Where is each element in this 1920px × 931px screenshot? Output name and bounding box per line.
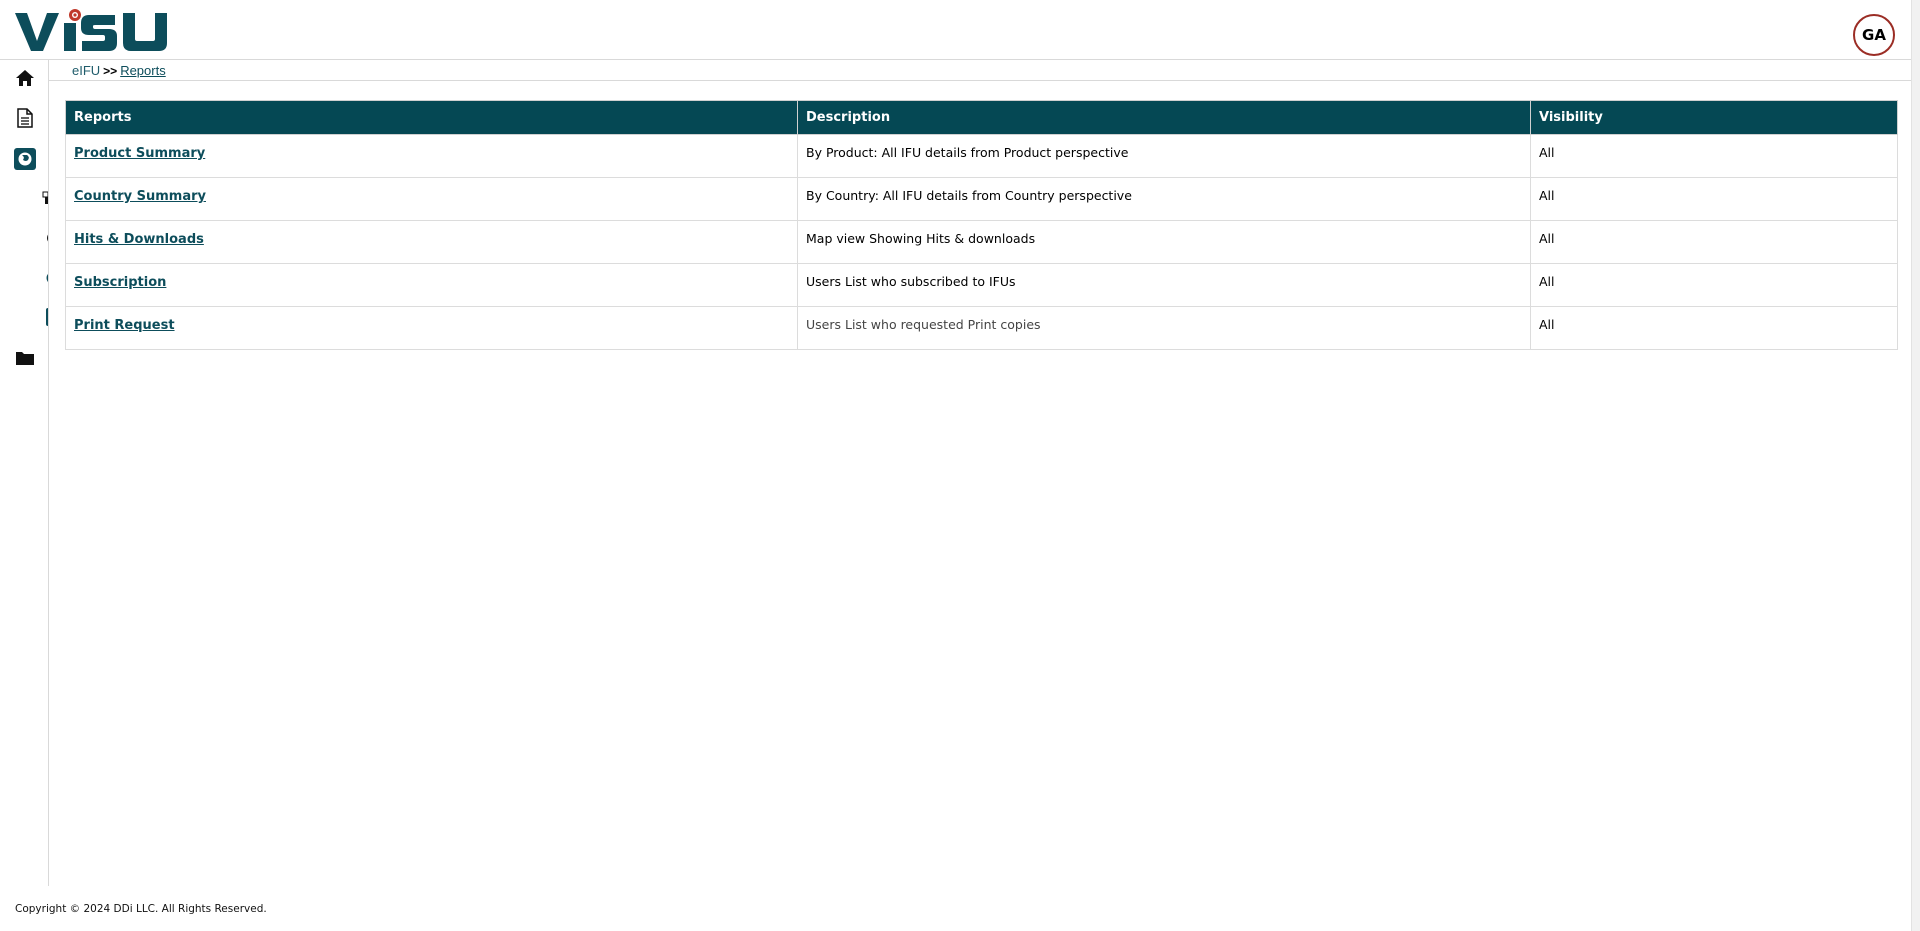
report-visibility: All — [1530, 177, 1898, 221]
report-description: By Country: All IFU details from Country… — [797, 177, 1531, 221]
visu-logo[interactable] — [15, 9, 177, 53]
report-visibility: All — [1530, 220, 1898, 264]
table-row: Product Summary By Product: All IFU deta… — [65, 134, 1898, 178]
vertical-scrollbar[interactable] — [1911, 0, 1920, 931]
report-name-cell: Product Summary — [65, 134, 798, 178]
report-visibility: All — [1530, 306, 1898, 350]
table-row: Country Summary By Country: All IFU deta… — [65, 177, 1898, 221]
breadcrumb: eIFU >> Reports — [49, 60, 1911, 81]
table-header-row: Reports Description Visibility — [65, 100, 1898, 135]
globe-icon[interactable] — [14, 148, 36, 170]
table-row: Print Request Users List who requested P… — [65, 306, 1898, 350]
reports-table: Reports Description Visibility Product S… — [65, 100, 1898, 350]
report-description: Users List who requested Print copies — [797, 306, 1531, 350]
circle-icon[interactable] — [40, 227, 48, 249]
report-description: Users List who subscribed to IFUs — [797, 263, 1531, 307]
subscription-link[interactable]: Subscription — [74, 275, 166, 290]
report-name-cell: Print Request — [65, 306, 798, 350]
app-header: GA — [0, 0, 1911, 60]
footer-copyright: Copyright © 2024 DDi LLC. All Rights Res… — [15, 903, 267, 915]
column-header-description[interactable]: Description — [797, 100, 1531, 135]
folder-icon[interactable] — [14, 347, 36, 369]
refresh-icon[interactable] — [40, 267, 48, 289]
table-row: Subscription Users List who subscribed t… — [65, 263, 1898, 307]
country-summary-link[interactable]: Country Summary — [74, 189, 206, 204]
breadcrumb-root: eIFU — [72, 63, 101, 78]
hits-downloads-link[interactable]: Hits & Downloads — [74, 232, 204, 247]
report-visibility: All — [1530, 134, 1898, 178]
document-icon[interactable] — [14, 107, 36, 129]
report-name-cell: Country Summary — [65, 177, 798, 221]
user-avatar[interactable]: GA — [1853, 14, 1895, 56]
report-name-cell: Hits & Downloads — [65, 220, 798, 264]
report-name-cell: Subscription — [65, 263, 798, 307]
home-icon[interactable] — [14, 67, 36, 89]
print-request-link[interactable]: Print Request — [74, 318, 175, 333]
table-row: Hits & Downloads Map view Showing Hits &… — [65, 220, 1898, 264]
column-header-visibility[interactable]: Visibility — [1530, 100, 1898, 135]
column-header-reports[interactable]: Reports — [65, 100, 798, 135]
chart-icon[interactable] — [40, 306, 48, 328]
report-visibility: All — [1530, 263, 1898, 307]
box-icon[interactable] — [38, 187, 48, 209]
breadcrumb-separator: >> — [103, 64, 118, 78]
report-description: Map view Showing Hits & downloads — [797, 220, 1531, 264]
report-description: By Product: All IFU details from Product… — [797, 134, 1531, 178]
product-summary-link[interactable]: Product Summary — [74, 146, 205, 161]
sidebar — [0, 59, 49, 886]
breadcrumb-reports-link[interactable]: Reports — [120, 63, 166, 78]
